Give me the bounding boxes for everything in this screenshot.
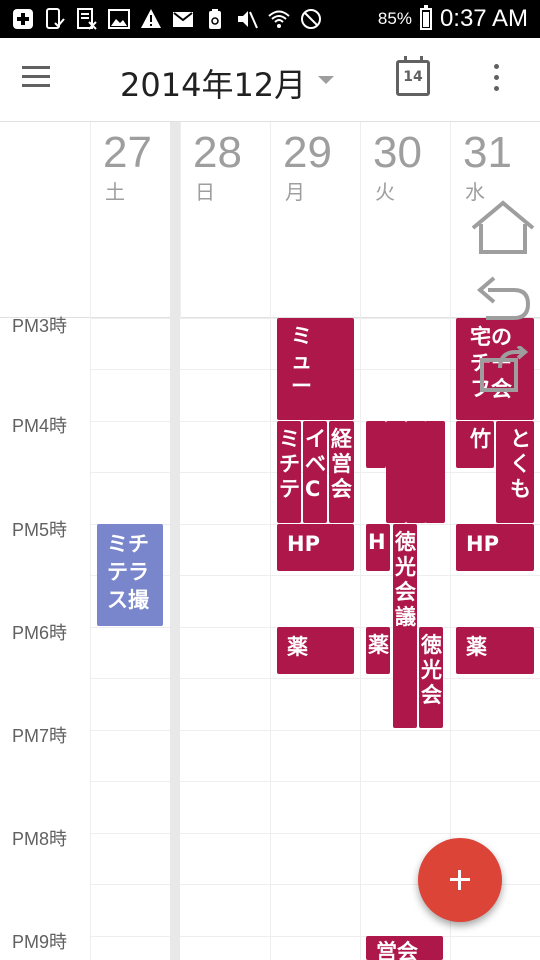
status-bar: 85% 0:37 AM	[0, 0, 540, 38]
event-title: 竹	[470, 427, 491, 451]
hamburger-icon	[22, 66, 62, 87]
home-icon[interactable]	[470, 200, 536, 256]
hour-label: PM8時	[12, 829, 68, 849]
wifi-icon	[268, 10, 290, 28]
event-title: ミチテ	[279, 427, 300, 501]
day-number: 31	[463, 128, 512, 177]
event-title: H	[368, 530, 386, 554]
phone-check-icon	[46, 8, 65, 29]
hour-label: PM4時	[12, 416, 68, 436]
month-title[interactable]: 2014年12月	[120, 60, 306, 106]
battery-icon	[419, 5, 432, 30]
block-icon	[301, 9, 321, 29]
event-block[interactable]: 薬	[456, 627, 534, 674]
grid-line	[360, 318, 361, 960]
day-weekday: 月	[285, 180, 305, 204]
hour-label: PM7時	[12, 726, 68, 746]
event-title: 経営会	[331, 427, 352, 501]
event-title: HP	[466, 532, 499, 556]
event-block[interactable]	[386, 421, 406, 523]
clock: 0:37 AM	[439, 5, 528, 32]
event-block[interactable]: ミチテ	[277, 421, 301, 523]
day-header-27[interactable]: 27 土	[90, 122, 170, 318]
event-title: 徳光会	[421, 633, 442, 707]
event-title: 営会	[376, 940, 418, 960]
event-block[interactable]: 営会	[366, 936, 443, 960]
day-weekday: 土	[105, 180, 125, 204]
grid-line	[90, 781, 540, 782]
event-block[interactable]: ミチテラス撮	[97, 524, 163, 626]
day-header-29[interactable]: 29 月	[270, 122, 360, 318]
more-vert-icon[interactable]	[494, 64, 502, 94]
event-block[interactable]: 薬	[277, 627, 354, 674]
event-title: 薬	[368, 633, 389, 657]
event-block[interactable]: 経営会	[329, 421, 354, 523]
recycle-icon	[209, 9, 221, 29]
week-divider	[170, 122, 180, 960]
grid-line	[90, 730, 540, 731]
day-header-28[interactable]: 28 日	[180, 122, 270, 318]
event-block[interactable]	[425, 421, 445, 523]
plus-box-icon	[13, 9, 33, 29]
event-title: 薬	[466, 635, 487, 659]
grid-line	[90, 936, 540, 937]
today-button[interactable]: 14	[396, 56, 430, 96]
grid-line	[270, 318, 271, 960]
task-icon	[77, 8, 97, 30]
event-title: ミチテラス撮	[107, 532, 149, 612]
hour-label: PM9時	[12, 932, 68, 952]
hour-label: PM3時	[12, 316, 68, 336]
event-block[interactable]: HP	[456, 524, 534, 571]
battery-percent: 85%	[377, 9, 412, 28]
day-header-30[interactable]: 30 火	[360, 122, 450, 318]
day-number: 28	[193, 128, 242, 177]
event-title: 薬	[287, 635, 308, 659]
warning-icon	[141, 9, 161, 28]
app-bar: 2014年12月 14	[0, 38, 540, 122]
hour-label: PM5時	[12, 520, 68, 540]
event-block[interactable]: 徳光会	[419, 627, 443, 728]
mail-icon	[173, 12, 193, 27]
event-block[interactable]	[366, 421, 386, 468]
event-block[interactable]: HP	[277, 524, 354, 571]
event-block[interactable]: イベC	[303, 421, 327, 523]
event-block[interactable]: ミュー	[277, 318, 354, 420]
event-block[interactable]	[406, 421, 426, 523]
event-title: ミュー	[291, 324, 312, 398]
day-header: 27 土 28 日 29 月 30 火 31 水	[0, 122, 540, 318]
event-block[interactable]: 薬	[366, 627, 390, 674]
day-number: 30	[373, 128, 422, 177]
day-weekday: 火	[375, 180, 395, 204]
back-icon[interactable]	[474, 274, 532, 320]
day-weekday: 日	[195, 180, 215, 204]
grid-line	[90, 833, 540, 834]
event-title: HP	[287, 532, 320, 556]
day-number: 27	[103, 128, 152, 177]
add-event-button[interactable]	[418, 838, 502, 922]
event-block[interactable]: 徳光会議	[393, 524, 417, 728]
event-title: イベC	[305, 427, 326, 501]
menu-button[interactable]	[22, 66, 62, 94]
event-title: 徳光会議	[395, 530, 416, 629]
recent-apps-icon[interactable]	[478, 346, 528, 394]
status-icons	[12, 4, 322, 34]
grid-line	[90, 318, 91, 960]
event-block[interactable]: 竹	[456, 421, 494, 468]
day-number: 29	[283, 128, 332, 177]
status-right: 85% 0:37 AM	[378, 4, 528, 34]
event-title: とくも	[510, 427, 531, 501]
grid-line	[90, 678, 540, 679]
chevron-down-icon[interactable]	[318, 76, 334, 84]
hour-label: PM6時	[12, 623, 68, 643]
image-icon	[108, 9, 130, 29]
event-block[interactable]: H	[366, 524, 390, 571]
calendar-today-icon: 14	[403, 69, 423, 85]
event-block[interactable]: とくも	[496, 421, 534, 523]
mute-icon	[238, 11, 258, 29]
